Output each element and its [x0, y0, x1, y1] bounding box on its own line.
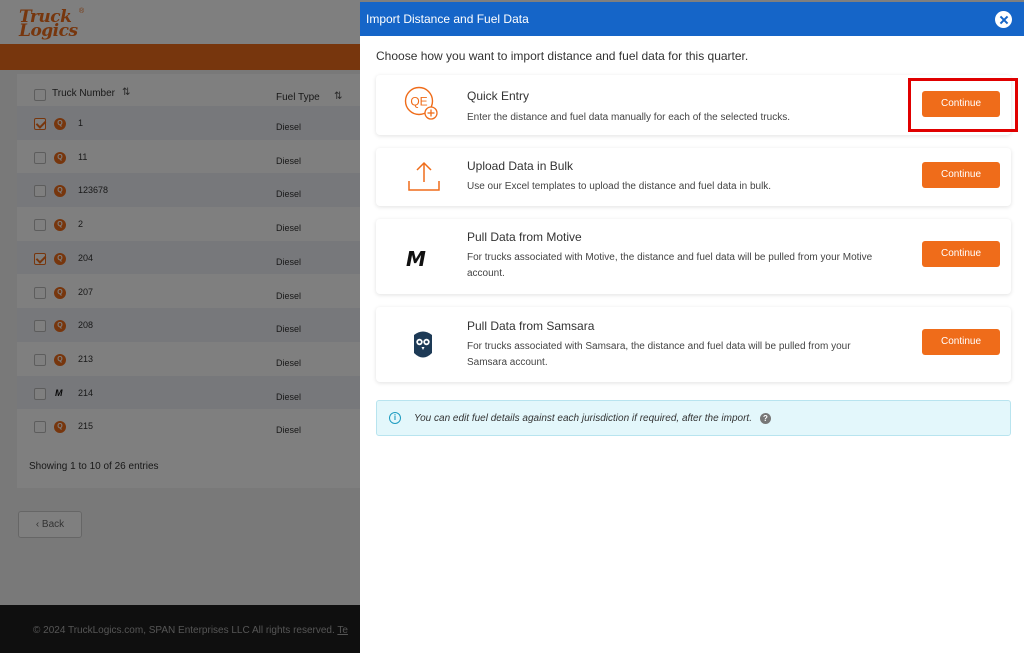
modal-header: Import Distance and Fuel Data: [360, 2, 1024, 36]
option-title: Upload Data in Bulk: [467, 159, 574, 173]
motive-logo-icon: M: [406, 247, 426, 271]
option-description: For trucks associated with Motive, the d…: [467, 252, 873, 279]
option-title: Pull Data from Samsara: [467, 319, 595, 333]
option-description: For trucks associated with Samsara, the …: [467, 341, 851, 368]
close-icon[interactable]: [995, 11, 1012, 28]
option-motive: M Pull Data from Motive For trucks assoc…: [376, 219, 1011, 294]
samsara-logo-icon: [414, 331, 432, 358]
info-notice: i You can edit fuel details against each…: [376, 400, 1011, 436]
samsara-continue-button[interactable]: Continue: [922, 329, 1000, 355]
quick-entry-icon: QE: [404, 86, 438, 120]
qe-icon-text: QE: [410, 95, 427, 109]
highlight-annotation: [908, 78, 1018, 132]
info-icon: i: [389, 412, 401, 424]
option-description: Use our Excel templates to upload the di…: [467, 181, 772, 192]
option-title: Quick Entry: [467, 89, 530, 103]
option-samsara: Pull Data from Samsara For trucks associ…: [376, 307, 1011, 382]
modal-title: Import Distance and Fuel Data: [366, 12, 529, 26]
option-upload-bulk: Upload Data in Bulk Use our Excel templa…: [376, 148, 1011, 206]
motive-continue-button[interactable]: Continue: [922, 241, 1000, 267]
option-description: Enter the distance and fuel data manuall…: [467, 112, 790, 123]
upload-bulk-continue-button[interactable]: Continue: [922, 162, 1000, 188]
modal-intro: Choose how you want to import distance a…: [376, 49, 749, 63]
help-icon[interactable]: ?: [760, 413, 771, 424]
info-text: You can edit fuel details against each j…: [414, 413, 752, 424]
option-title: Pull Data from Motive: [467, 230, 582, 244]
import-data-modal: Import Distance and Fuel Data Choose how…: [360, 2, 1024, 653]
upload-icon: [408, 161, 440, 191]
